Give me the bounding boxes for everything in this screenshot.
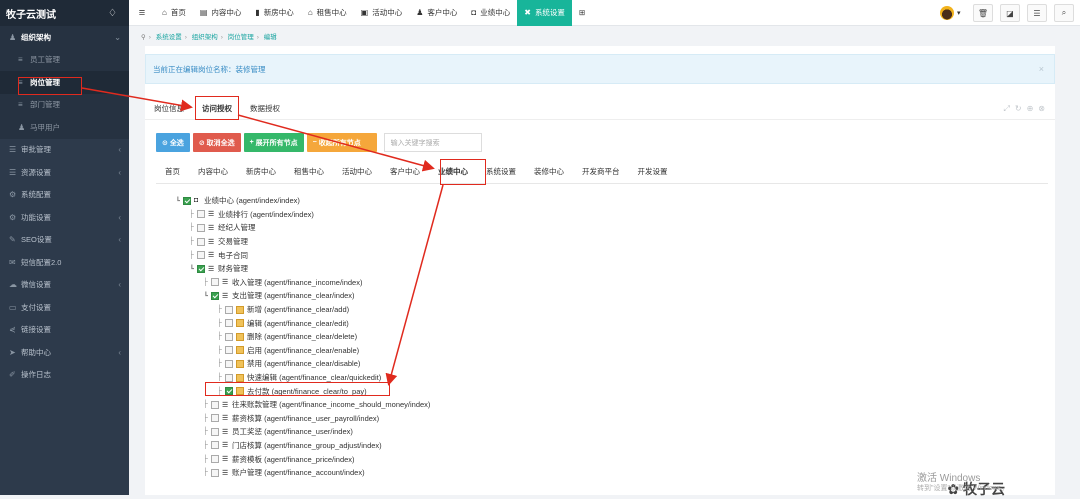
annotation-arrows xyxy=(81,87,444,386)
annotation-arrow xyxy=(237,114,435,172)
annotation-arrow xyxy=(81,87,193,112)
annotation-arrow xyxy=(385,184,444,386)
